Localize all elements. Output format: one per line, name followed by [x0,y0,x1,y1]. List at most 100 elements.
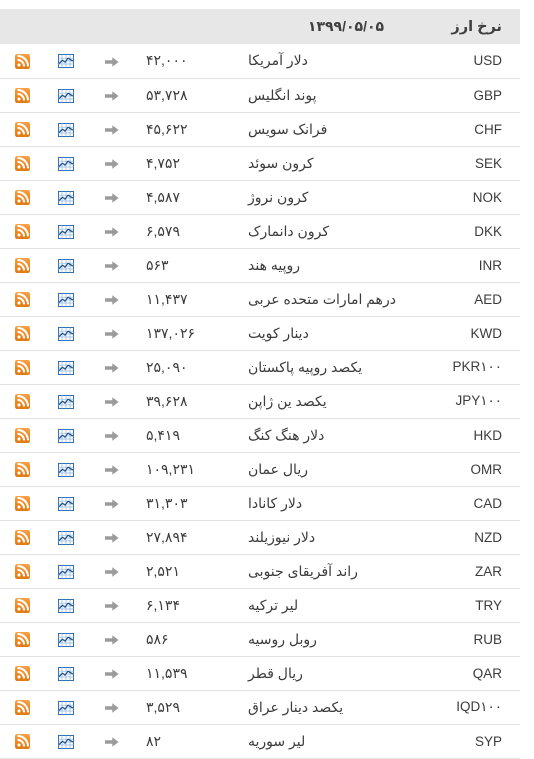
chart-link-cell[interactable] [44,384,88,418]
table-row[interactable]: RUB روبل روسیه ۵۸۶ [0,622,520,656]
arrow-right-icon[interactable] [105,362,119,374]
chart-icon[interactable] [58,598,74,613]
chart-icon[interactable] [58,462,74,477]
rss-feed-cell[interactable] [0,44,44,78]
arrow-right-icon[interactable] [105,736,119,748]
detail-arrow-cell[interactable] [88,214,136,248]
rss-feed-cell[interactable] [0,248,44,282]
detail-arrow-cell[interactable] [88,418,136,452]
arrow-right-icon[interactable] [105,226,119,238]
chart-icon[interactable] [58,394,74,409]
arrow-right-icon[interactable] [105,328,119,340]
chart-link-cell[interactable] [44,520,88,554]
chart-icon[interactable] [58,428,74,443]
rss-icon[interactable] [14,631,30,647]
rss-feed-cell[interactable] [0,486,44,520]
chart-icon[interactable] [58,122,74,137]
arrow-right-icon[interactable] [105,600,119,612]
detail-arrow-cell[interactable] [88,78,136,112]
chart-icon[interactable] [58,496,74,511]
rss-icon[interactable] [14,597,30,613]
detail-arrow-cell[interactable] [88,180,136,214]
chart-link-cell[interactable] [44,44,88,78]
rss-feed-cell[interactable] [0,690,44,724]
arrow-right-icon[interactable] [105,396,119,408]
arrow-right-icon[interactable] [105,124,119,136]
table-row[interactable]: QAR ریال قطر ۱۱,۵۳۹ [0,656,520,690]
rss-icon[interactable] [14,121,30,137]
table-row[interactable]: GBP پوند انگلیس ۵۳,۷۲۸ [0,78,520,112]
arrow-right-icon[interactable] [105,498,119,510]
detail-arrow-cell[interactable] [88,520,136,554]
rss-icon[interactable] [14,699,30,715]
arrow-right-icon[interactable] [105,430,119,442]
rss-feed-cell[interactable] [0,418,44,452]
detail-arrow-cell[interactable] [88,690,136,724]
chart-link-cell[interactable] [44,146,88,180]
chart-link-cell[interactable] [44,316,88,350]
rss-feed-cell[interactable] [0,724,44,758]
detail-arrow-cell[interactable] [88,554,136,588]
rss-feed-cell[interactable] [0,180,44,214]
table-row[interactable]: AED درهم امارات متحده عربی ۱۱,۴۳۷ [0,282,520,316]
chart-link-cell[interactable] [44,588,88,622]
table-row[interactable]: CAD دلار کانادا ۳۱,۳۰۳ [0,486,520,520]
chart-icon[interactable] [58,360,74,375]
table-row[interactable]: NOK کرون نروژ ۴,۵۸۷ [0,180,520,214]
arrow-right-icon[interactable] [105,634,119,646]
chart-link-cell[interactable] [44,554,88,588]
detail-arrow-cell[interactable] [88,384,136,418]
detail-arrow-cell[interactable] [88,452,136,486]
table-row[interactable]: NZD دلار نیوزیلند ۲۷,۸۹۴ [0,520,520,554]
detail-arrow-cell[interactable] [88,282,136,316]
rss-feed-cell[interactable] [0,146,44,180]
table-row[interactable]: DKK کرون دانمارک ۶,۵۷۹ [0,214,520,248]
chart-link-cell[interactable] [44,452,88,486]
table-row[interactable]: USD دلار آمریکا ۴۲,۰۰۰ [0,44,520,78]
table-row[interactable]: KWD دینار کویت ۱۳۷,۰۲۶ [0,316,520,350]
rss-icon[interactable] [14,393,30,409]
rss-icon[interactable] [14,529,30,545]
chart-icon[interactable] [58,700,74,715]
chart-icon[interactable] [58,530,74,545]
chart-icon[interactable] [58,734,74,749]
arrow-right-icon[interactable] [105,532,119,544]
chart-link-cell[interactable] [44,418,88,452]
chart-icon[interactable] [58,54,74,69]
arrow-right-icon[interactable] [105,566,119,578]
rss-icon[interactable] [14,155,30,171]
detail-arrow-cell[interactable] [88,44,136,78]
rss-feed-cell[interactable] [0,554,44,588]
detail-arrow-cell[interactable] [88,656,136,690]
rss-feed-cell[interactable] [0,214,44,248]
rss-feed-cell[interactable] [0,112,44,146]
table-row[interactable]: OMR ریال عمان ۱۰۹,۲۳۱ [0,452,520,486]
chart-link-cell[interactable] [44,78,88,112]
table-row[interactable]: SEK کرون سوئد ۴,۷۵۲ [0,146,520,180]
detail-arrow-cell[interactable] [88,724,136,758]
table-row[interactable]: IQD۱۰۰ یکصد دینار عراق ۳,۵۲۹ [0,690,520,724]
table-row[interactable]: CHF فرانک سویس ۴۵,۶۲۲ [0,112,520,146]
chart-link-cell[interactable] [44,690,88,724]
table-row[interactable]: TRY لیر ترکیه ۶,۱۳۴ [0,588,520,622]
arrow-right-icon[interactable] [105,260,119,272]
chart-icon[interactable] [58,666,74,681]
rss-icon[interactable] [14,223,30,239]
table-row[interactable]: JPY۱۰۰ یکصد ین ژاپن ۳۹,۶۲۸ [0,384,520,418]
chart-icon[interactable] [58,190,74,205]
chart-icon[interactable] [58,632,74,647]
rss-feed-cell[interactable] [0,316,44,350]
table-row[interactable]: HKD دلار هنگ کنگ ۵,۴۱۹ [0,418,520,452]
arrow-right-icon[interactable] [105,294,119,306]
rss-icon[interactable] [14,427,30,443]
rss-feed-cell[interactable] [0,384,44,418]
chart-icon[interactable] [58,156,74,171]
chart-link-cell[interactable] [44,248,88,282]
chart-link-cell[interactable] [44,656,88,690]
rss-icon[interactable] [14,291,30,307]
detail-arrow-cell[interactable] [88,316,136,350]
rss-icon[interactable] [14,461,30,477]
table-row[interactable]: SYP لیر سوریه ۸۲ [0,724,520,758]
chart-icon[interactable] [58,224,74,239]
chart-link-cell[interactable] [44,282,88,316]
